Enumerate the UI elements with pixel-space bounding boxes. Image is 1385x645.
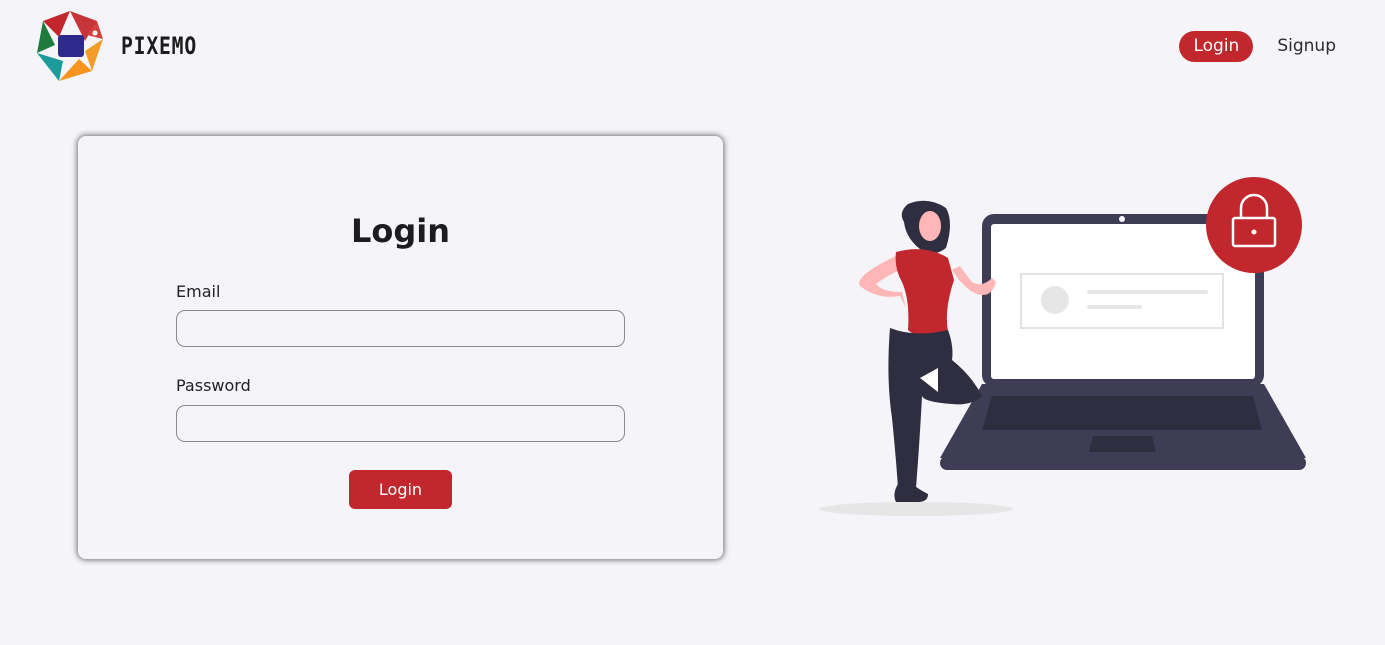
nav-signup-link[interactable]: Signup bbox=[1277, 31, 1336, 62]
email-input[interactable] bbox=[176, 310, 625, 347]
lock-icon bbox=[1206, 177, 1302, 273]
password-label: Password bbox=[176, 376, 251, 395]
navbar: PIXEMO Login Signup bbox=[0, 0, 1385, 92]
login-submit-button[interactable]: Login bbox=[349, 470, 452, 509]
password-input[interactable] bbox=[176, 405, 625, 442]
nav-login-link[interactable]: Login bbox=[1179, 31, 1254, 62]
form-title: Login bbox=[350, 212, 451, 250]
nav-links: Login Signup bbox=[1179, 31, 1336, 62]
pixemo-logo-icon bbox=[37, 11, 103, 81]
login-card: Login Email Password Login bbox=[78, 136, 723, 559]
brand-name: PIXEMO bbox=[121, 32, 198, 60]
brand[interactable]: PIXEMO bbox=[37, 10, 214, 82]
floor-shadow bbox=[819, 502, 1013, 516]
login-illustration bbox=[819, 177, 1306, 516]
email-label: Email bbox=[176, 282, 221, 301]
